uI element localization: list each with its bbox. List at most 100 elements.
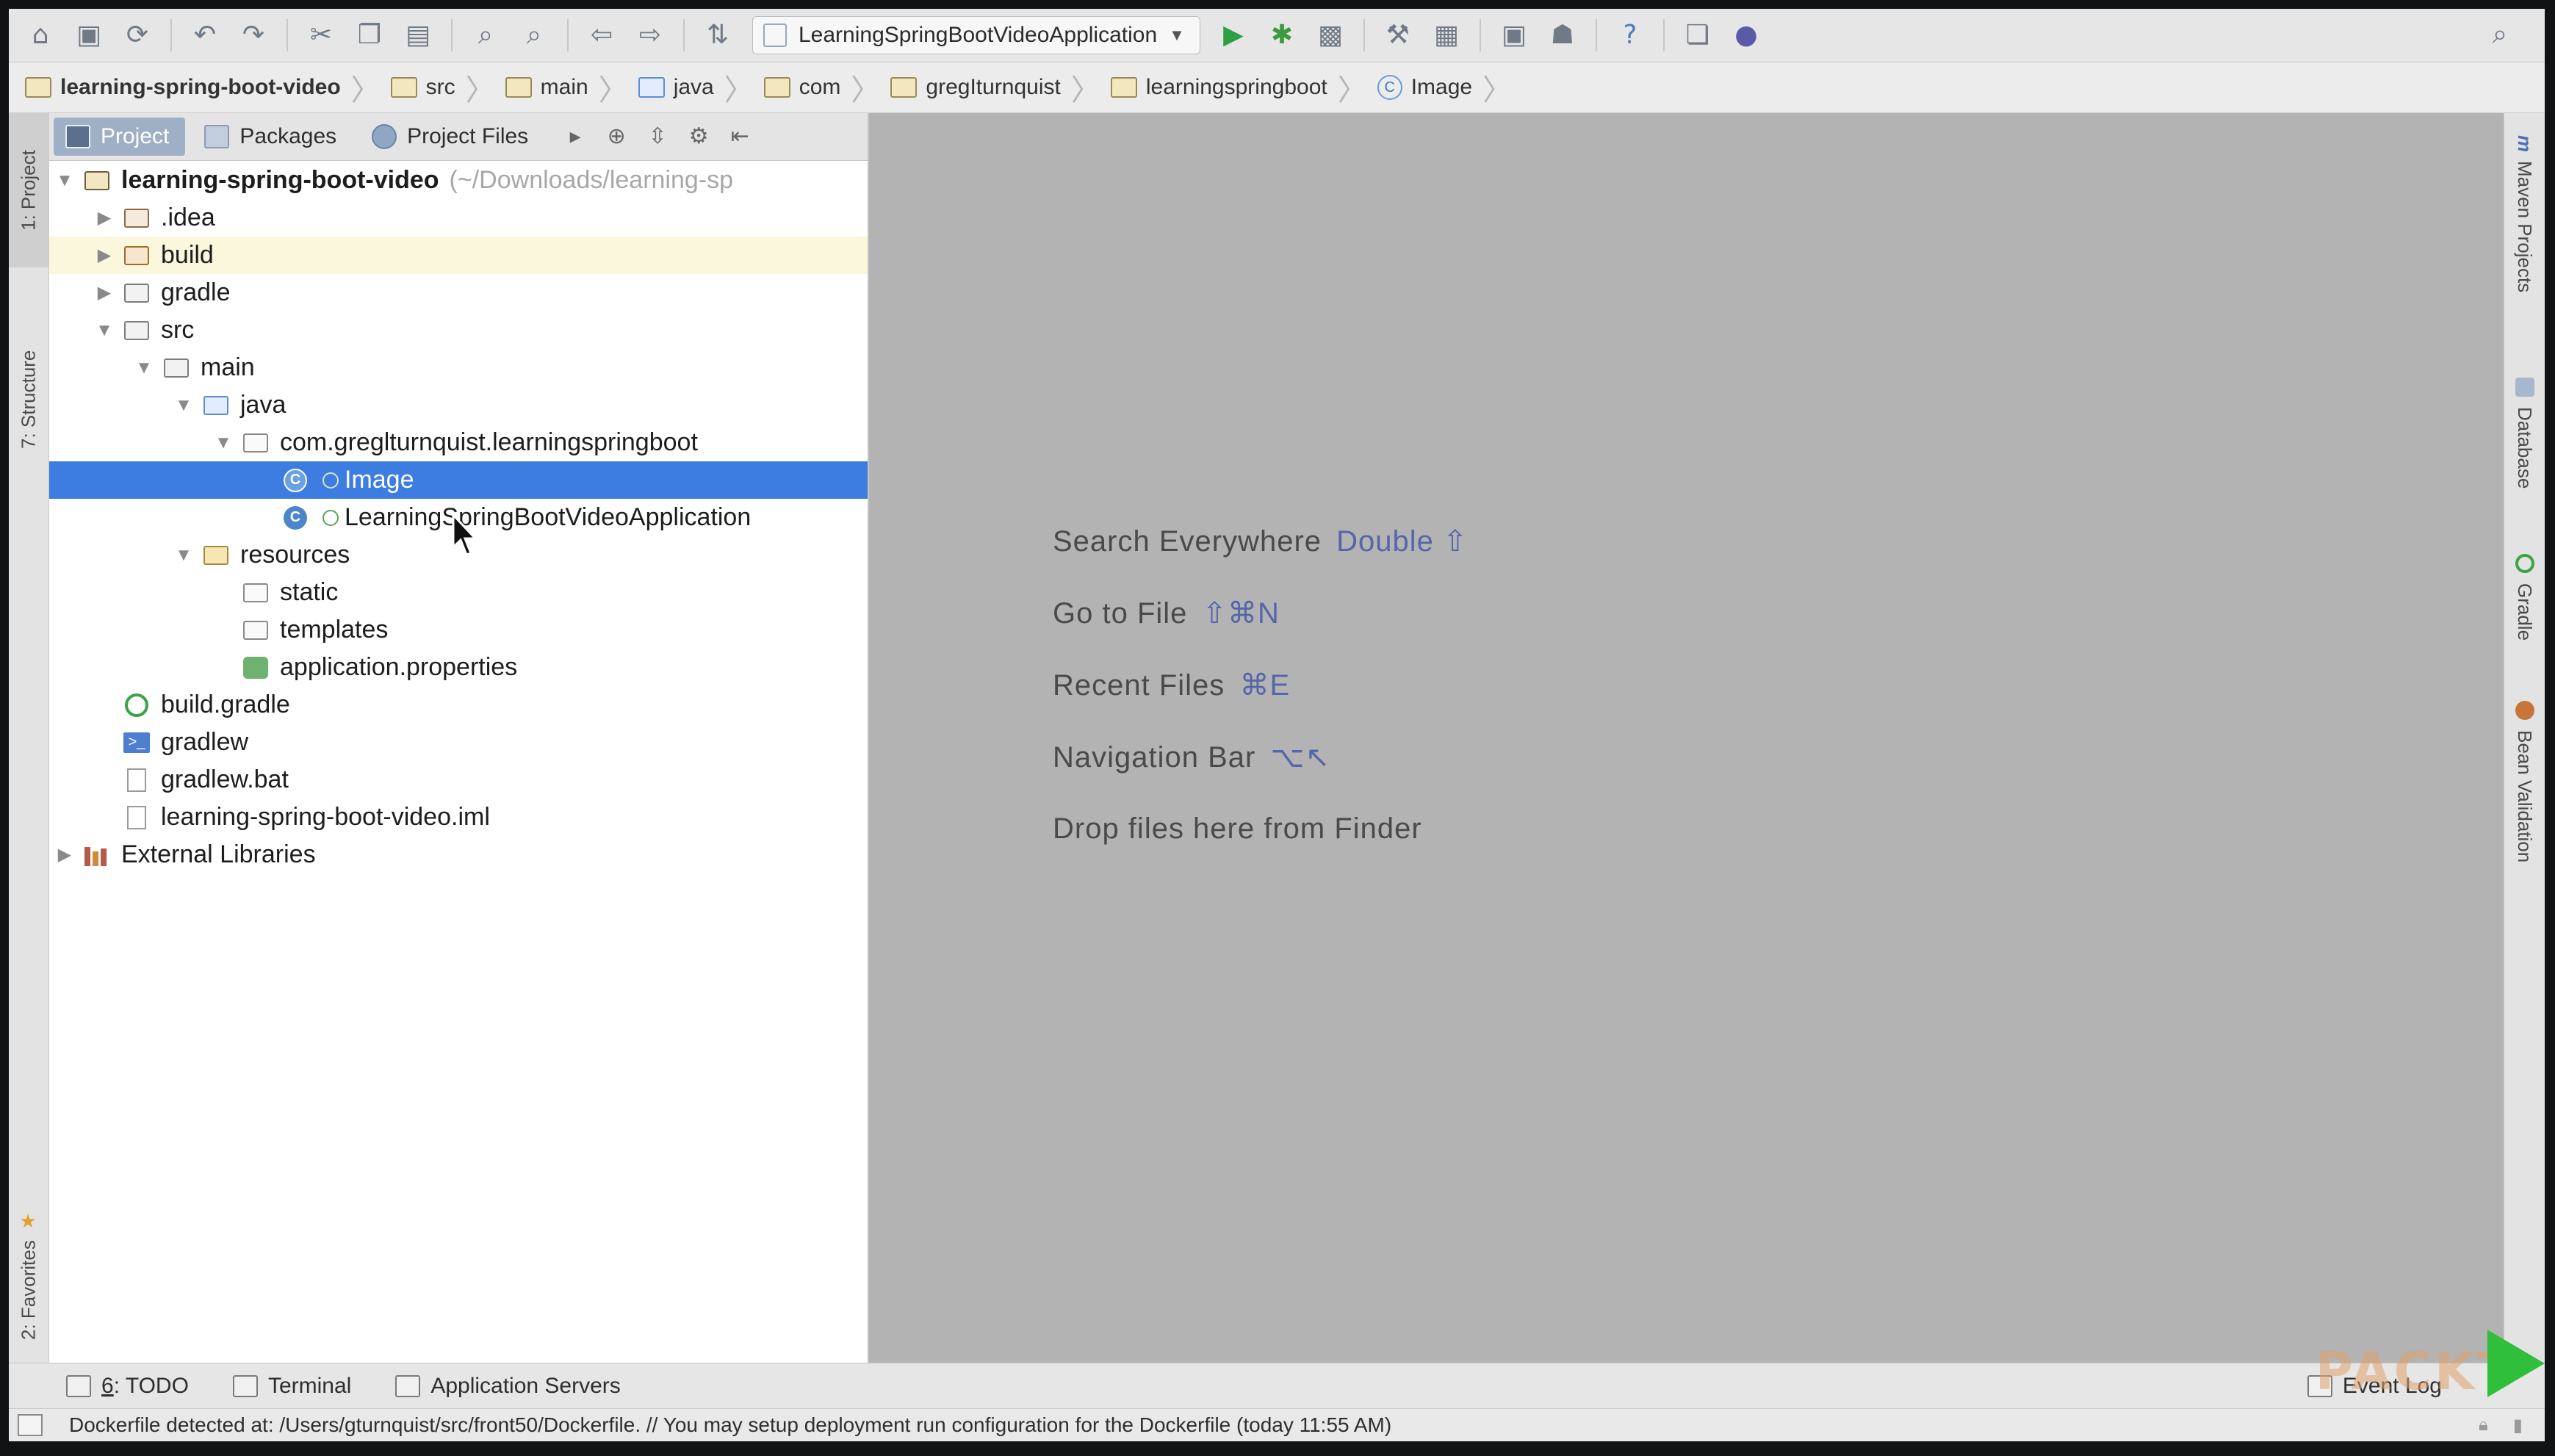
undo-icon[interactable]: ↶ <box>185 15 225 55</box>
coverage-icon[interactable]: ▩ <box>1311 15 1350 55</box>
breadcrumb-separator: 〉 <box>598 74 628 107</box>
tab-project[interactable]: Project <box>54 118 186 156</box>
tree-node-build[interactable]: ▶ build <box>49 237 868 274</box>
expand-arrow-icon[interactable]: ▼ <box>171 395 196 416</box>
cut-icon[interactable]: ✂ <box>301 15 341 55</box>
tab-project-files[interactable]: Project Files <box>360 118 544 156</box>
tool-tab-todo[interactable]: 6 : TODO <box>66 1374 189 1399</box>
breadcrumb-separator: 〉 <box>1070 74 1100 107</box>
package-icon <box>1110 77 1137 98</box>
packages-icon <box>204 125 230 148</box>
tool-tab-terminal[interactable]: Terminal <box>232 1374 351 1399</box>
breadcrumb-item[interactable]: java <box>638 62 714 112</box>
tool-tab-structure[interactable]: 7: Structure <box>9 304 48 495</box>
tool-tab-database[interactable]: Database <box>2504 378 2545 525</box>
open-folder-icon[interactable]: ⌂ <box>21 15 60 55</box>
forward-icon[interactable]: ⇨ <box>630 15 670 55</box>
tool-tab-bean-validation[interactable]: Bean Validation <box>2504 701 2545 914</box>
settings-wrench-icon[interactable]: ⚒ <box>1378 15 1418 55</box>
find-icon[interactable]: ⌕ <box>466 15 505 55</box>
android-icon[interactable]: ☗ <box>1543 15 1582 55</box>
tree-node-image-class[interactable]: ▶ C Image <box>49 461 868 499</box>
tree-node-static[interactable]: ▶ static <box>49 574 868 611</box>
gear-icon[interactable]: ⚙ <box>684 122 713 151</box>
breadcrumb-item[interactable]: main <box>505 62 588 112</box>
breadcrumb-label: java <box>673 75 714 99</box>
tool-tab-favorites[interactable]: 2: Favorites ★ <box>9 1187 48 1363</box>
tool-tab-application-servers[interactable]: Application Servers <box>395 1374 621 1399</box>
readonly-lock-icon[interactable]: 🔒︎ <box>2479 1415 2488 1436</box>
tree-node-gradle[interactable]: ▶ gradle <box>49 274 868 311</box>
breadcrumb-item[interactable]: learningspringboot <box>1110 62 1327 112</box>
collapse-arrow-icon[interactable]: ▶ <box>92 207 117 228</box>
run-icon[interactable]: ▶ <box>1214 15 1253 55</box>
folder-icon <box>390 77 417 98</box>
search-everywhere-icon[interactable]: ⌕ <box>2480 15 2520 54</box>
back-icon[interactable]: ⇦ <box>582 15 621 55</box>
run-configuration-select[interactable]: LearningSpringBootVideoApplication ▼ <box>752 16 1200 54</box>
help-icon[interactable]: ? <box>1610 15 1650 55</box>
tree-node-java[interactable]: ▼ java <box>49 386 868 424</box>
tree-node-package[interactable]: ▼ com.greglturnquist.learningspringboot <box>49 424 868 461</box>
plugin-icon[interactable]: ● <box>1726 15 1766 55</box>
save-icon[interactable]: ▣ <box>69 15 109 55</box>
tree-node-label: com.greglturnquist.learningspringboot <box>280 428 698 456</box>
redo-icon[interactable]: ↷ <box>234 15 273 55</box>
tree-node-build-gradle[interactable]: ▶ build.gradle <box>49 686 868 724</box>
breadcrumb-item[interactable]: C Image <box>1377 62 1472 112</box>
expand-arrow-icon[interactable]: ▼ <box>92 320 117 341</box>
tab-packages[interactable]: Packages <box>192 118 353 156</box>
breadcrumb-item[interactable]: learning-spring-boot-video <box>25 62 341 112</box>
tool-tab-maven[interactable]: m Maven Projects <box>2504 135 2545 341</box>
sdk-manager-icon[interactable]: ▣ <box>1494 15 1534 55</box>
tree-node-main[interactable]: ▼ main <box>49 349 868 386</box>
breadcrumb-item[interactable]: com <box>763 62 840 112</box>
make-project-icon[interactable]: ⇅ <box>698 15 738 55</box>
project-structure-icon[interactable]: ▦ <box>1427 15 1466 55</box>
breadcrumb-item[interactable]: src <box>390 62 455 112</box>
editor-empty-area[interactable]: Search Everywhere Double ⇧ Go to File ⇧⌘… <box>869 113 2504 1363</box>
folder-icon <box>164 358 189 378</box>
server-icon <box>395 1375 421 1397</box>
collapse-all-icon[interactable]: ⇳ <box>643 122 672 151</box>
hint-drop-files: Drop files here from Finder <box>1053 812 1422 846</box>
expand-arrow-icon[interactable]: ▼ <box>211 433 236 453</box>
tree-node-gradlew[interactable]: ▶ >_ gradlew <box>49 724 868 761</box>
tree-node-templates[interactable]: ▶ templates <box>49 611 868 649</box>
debug-icon[interactable]: ✱ <box>1262 15 1302 55</box>
status-message[interactable]: Dockerfile detected at: /Users/gturnquis… <box>69 1413 1391 1437</box>
hide-panel-icon[interactable]: ⇤ <box>725 122 754 151</box>
tree-node-root[interactable]: ▼ learning-spring-boot-video (~/Download… <box>49 162 868 199</box>
vcs-icon[interactable]: ❏ <box>1678 15 1718 55</box>
tree-node-external-libraries[interactable]: ▶ External Libraries <box>49 836 868 873</box>
module-file-icon <box>127 805 146 829</box>
collapse-arrow-icon[interactable]: ▶ <box>92 282 117 303</box>
tree-node-iml[interactable]: ▶ learning-spring-boot-video.iml <box>49 799 868 836</box>
globe-icon <box>372 124 397 149</box>
breadcrumb-label: learningspringboot <box>1145 75 1327 99</box>
collapse-arrow-icon[interactable]: ▶ <box>92 245 117 266</box>
tool-windows-toggle-icon[interactable] <box>18 1414 43 1436</box>
expand-arrow-icon[interactable]: ▼ <box>171 545 196 566</box>
tree-node-gradlew-bat[interactable]: ▶ gradlew.bat <box>49 761 868 799</box>
paste-icon[interactable]: ▤ <box>398 15 438 55</box>
more-tabs-icon[interactable]: ▸ <box>561 122 590 151</box>
sync-icon[interactable]: ⟳ <box>118 15 157 55</box>
tree-node-src[interactable]: ▼ src <box>49 311 868 349</box>
packt-watermark: PACKT <box>2315 1341 2515 1402</box>
tool-tab-label: Database <box>2514 407 2536 489</box>
terminal-icon <box>232 1375 258 1397</box>
tree-node-idea[interactable]: ▶ .idea <box>49 199 868 237</box>
tree-node-app-properties[interactable]: ▶ application.properties <box>49 649 868 686</box>
navigation-bar: learning-spring-boot-video 〉 src 〉 main … <box>9 62 2545 113</box>
replace-icon[interactable]: ⌕ <box>514 15 554 55</box>
tool-tab-gradle[interactable]: Gradle <box>2504 554 2545 679</box>
breadcrumb-item[interactable]: gregIturnquist <box>890 62 1061 112</box>
copy-icon[interactable]: ❐ <box>350 15 389 55</box>
tool-tab-project[interactable]: 1: Project <box>9 113 48 267</box>
collapse-arrow-icon[interactable]: ▶ <box>52 844 77 865</box>
scroll-from-source-icon[interactable]: ⊕ <box>602 122 631 151</box>
expand-arrow-icon[interactable]: ▼ <box>52 170 77 191</box>
tab-label: Project <box>101 124 170 148</box>
expand-arrow-icon[interactable]: ▼ <box>131 358 156 378</box>
